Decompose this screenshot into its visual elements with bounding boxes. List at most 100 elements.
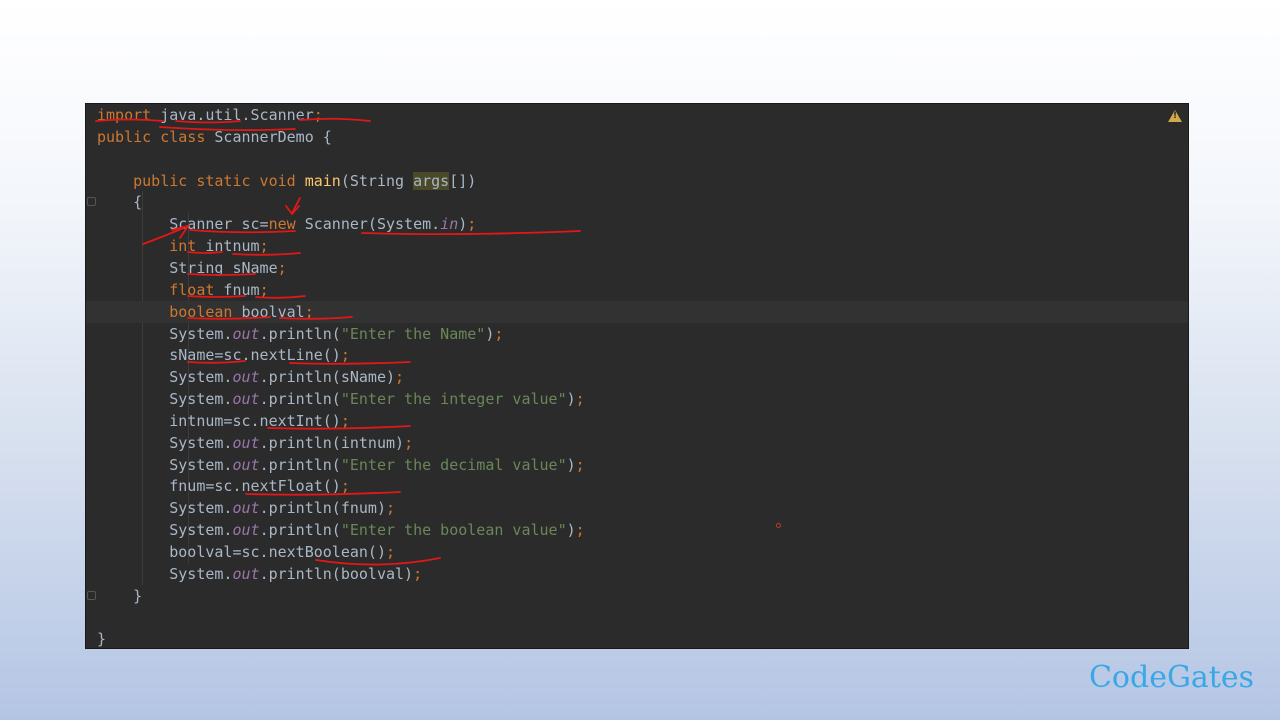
code-token: System. bbox=[97, 433, 233, 452]
warning-triangle-icon[interactable] bbox=[1168, 110, 1182, 122]
code-line[interactable]: boolval=sc.nextBoolean(); bbox=[86, 541, 1188, 563]
code-token: "Enter the Name" bbox=[340, 324, 486, 343]
code-token: .println( bbox=[259, 324, 341, 343]
code-token: boolean bbox=[169, 302, 233, 321]
code-token: fnum=sc.nextFloat() bbox=[97, 477, 341, 496]
code-token: ) bbox=[566, 455, 576, 474]
code-line[interactable]: intnum=sc.nextInt(); bbox=[86, 410, 1188, 432]
code-line[interactable]: System.out.println(intnum); bbox=[86, 432, 1188, 454]
code-token: ; bbox=[313, 106, 323, 124]
code-token: ; bbox=[277, 258, 287, 277]
code-token: ; bbox=[340, 477, 350, 496]
code-token: float bbox=[169, 280, 215, 299]
code-token: fnum bbox=[214, 280, 260, 299]
code-line[interactable] bbox=[86, 607, 1188, 629]
code-line[interactable]: System.out.println("Enter the Name"); bbox=[86, 323, 1188, 345]
code-token: "Enter the integer value" bbox=[340, 390, 567, 409]
code-token: .println(boolval) bbox=[259, 564, 414, 583]
code-token: (String bbox=[340, 171, 414, 190]
code-token: public class bbox=[97, 127, 206, 146]
code-token: intnum=sc.nextInt() bbox=[97, 411, 341, 430]
fold-marker-icon[interactable] bbox=[87, 197, 96, 207]
code-token: out bbox=[232, 390, 260, 409]
code-token: out bbox=[232, 324, 260, 343]
code-token: java.util.Scanner bbox=[151, 106, 314, 124]
code-line[interactable]: float fnum; bbox=[86, 279, 1188, 301]
code-line[interactable]: } bbox=[86, 585, 1188, 607]
code-token: boolval=sc.nextBoolean() bbox=[97, 543, 386, 561]
code-line[interactable]: public class ScannerDemo { bbox=[86, 126, 1188, 148]
code-token: System. bbox=[97, 499, 233, 518]
code-token: import bbox=[97, 106, 152, 124]
code-line[interactable]: sName=sc.nextLine(); bbox=[86, 344, 1188, 366]
code-line[interactable] bbox=[86, 148, 1188, 170]
code-token: boolval bbox=[232, 302, 305, 321]
code-area[interactable]: import java.util.Scanner; public class Sc… bbox=[86, 104, 1188, 648]
code-token: .println(intnum) bbox=[259, 433, 405, 452]
code-token: intnum bbox=[196, 237, 260, 256]
code-token: ; bbox=[494, 324, 504, 343]
code-token: Scanner sc= bbox=[97, 215, 269, 234]
code-token: int bbox=[169, 237, 197, 256]
code-line[interactable]: public static void main(String args[]) bbox=[86, 170, 1188, 192]
code-token: .println( bbox=[259, 390, 341, 409]
code-token: .println(sName) bbox=[259, 368, 396, 387]
code-token: } bbox=[97, 586, 143, 605]
fold-marker-icon[interactable] bbox=[87, 590, 96, 600]
code-token: System. bbox=[97, 368, 233, 387]
code-line[interactable]: String sName; bbox=[86, 257, 1188, 279]
code-token: ; bbox=[575, 455, 585, 474]
code-line[interactable]: System.out.println("Enter the boolean va… bbox=[86, 519, 1188, 541]
code-token: public static void bbox=[133, 171, 296, 190]
code-line[interactable]: System.out.println(fnum); bbox=[86, 497, 1188, 519]
code-line[interactable]: System.out.println(sName); bbox=[86, 366, 1188, 388]
code-token: out bbox=[232, 564, 260, 583]
code-line[interactable]: } bbox=[86, 628, 1188, 648]
code-line[interactable]: fnum=sc.nextFloat(); bbox=[86, 475, 1188, 497]
code-token: ) bbox=[458, 215, 468, 234]
code-token: "Enter the boolean value" bbox=[340, 521, 567, 540]
code-token: sName=sc.nextLine() bbox=[97, 346, 341, 365]
code-line[interactable]: System.out.println(boolval); bbox=[86, 563, 1188, 585]
code-token: .println( bbox=[259, 521, 341, 540]
code-line[interactable]: System.out.println("Enter the integer va… bbox=[86, 388, 1188, 410]
code-line[interactable]: { bbox=[86, 191, 1188, 213]
code-token: main bbox=[304, 171, 341, 190]
code-token: ; bbox=[575, 390, 585, 409]
code-token: System. bbox=[97, 455, 233, 474]
code-line[interactable]: System.out.println("Enter the decimal va… bbox=[86, 454, 1188, 476]
code-line[interactable]: Scanner sc=new Scanner(System.in); bbox=[86, 213, 1188, 235]
code-token: out bbox=[232, 433, 260, 452]
codegates-logo: CodeGates bbox=[1088, 660, 1254, 695]
code-token: []) bbox=[449, 171, 477, 190]
code-token: ; bbox=[340, 346, 350, 365]
code-line[interactable]: boolean boolval; bbox=[86, 300, 1188, 323]
code-token: in bbox=[440, 215, 459, 234]
code-token: args bbox=[413, 171, 450, 190]
code-line[interactable]: import java.util.Scanner; bbox=[86, 104, 1188, 126]
code-line[interactable]: int intnum; bbox=[86, 235, 1188, 257]
code-token: ; bbox=[259, 280, 269, 299]
code-editor[interactable]: import java.util.Scanner; public class Sc… bbox=[85, 103, 1189, 649]
code-token: System. bbox=[97, 390, 233, 409]
code-token: ) bbox=[566, 521, 576, 540]
code-token: { bbox=[97, 193, 143, 212]
code-token: "Enter the decimal value" bbox=[340, 455, 567, 474]
pointer-cursor bbox=[776, 523, 781, 528]
code-token: out bbox=[232, 499, 260, 518]
code-token: System. bbox=[97, 564, 233, 583]
code-token: out bbox=[232, 455, 260, 474]
code-token: ; bbox=[340, 411, 350, 430]
code-token: System. bbox=[97, 324, 233, 343]
code-token: System. bbox=[97, 521, 233, 540]
code-token: ; bbox=[395, 368, 405, 387]
code-token: ; bbox=[413, 564, 423, 583]
code-token: ; bbox=[467, 215, 477, 234]
code-token: ; bbox=[404, 433, 414, 452]
code-token: ScannerDemo { bbox=[205, 127, 332, 146]
code-token: ; bbox=[385, 543, 396, 561]
